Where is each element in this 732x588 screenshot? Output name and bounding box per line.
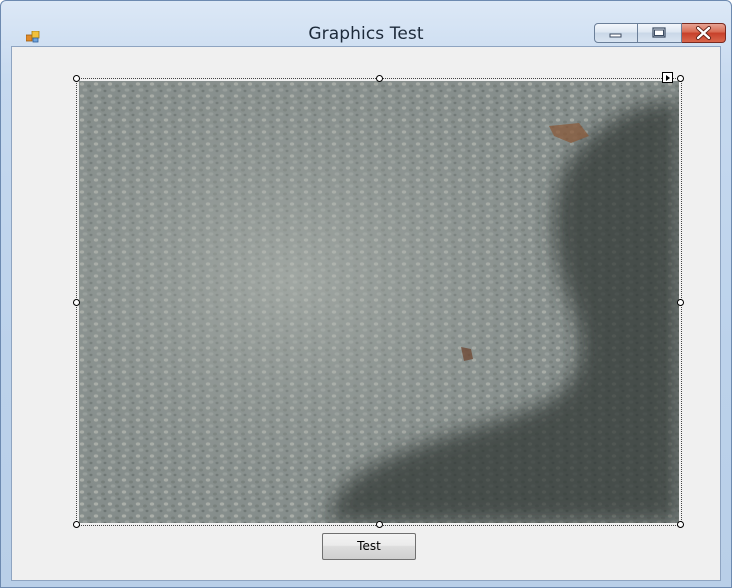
picture-box-selection[interactable] <box>73 72 684 528</box>
minimize-icon <box>609 33 622 38</box>
resize-handle-bottom-left[interactable] <box>73 521 80 528</box>
test-button[interactable]: Test <box>322 533 416 560</box>
maximize-button[interactable] <box>638 23 682 43</box>
close-icon <box>696 26 711 40</box>
resize-handle-left[interactable] <box>73 299 80 306</box>
minimize-button[interactable] <box>594 23 638 43</box>
close-button[interactable] <box>682 23 726 43</box>
resize-handle-top-right[interactable] <box>677 75 684 82</box>
resize-handle-right[interactable] <box>677 299 684 306</box>
picture-box[interactable] <box>79 81 679 523</box>
resize-handle-bottom-right[interactable] <box>677 521 684 528</box>
title-bar[interactable]: Graphics Test <box>1 1 731 45</box>
caption-buttons <box>594 23 726 45</box>
smart-tag-arrow-icon[interactable] <box>662 72 673 83</box>
resize-handle-top[interactable] <box>376 75 383 82</box>
app-window: Graphics Test Test <box>0 0 732 588</box>
gravel-photo <box>79 81 679 523</box>
form-client-area: Test <box>11 46 721 581</box>
resize-handle-top-left[interactable] <box>73 75 80 82</box>
resize-handle-bottom[interactable] <box>376 521 383 528</box>
maximize-icon <box>652 27 666 38</box>
